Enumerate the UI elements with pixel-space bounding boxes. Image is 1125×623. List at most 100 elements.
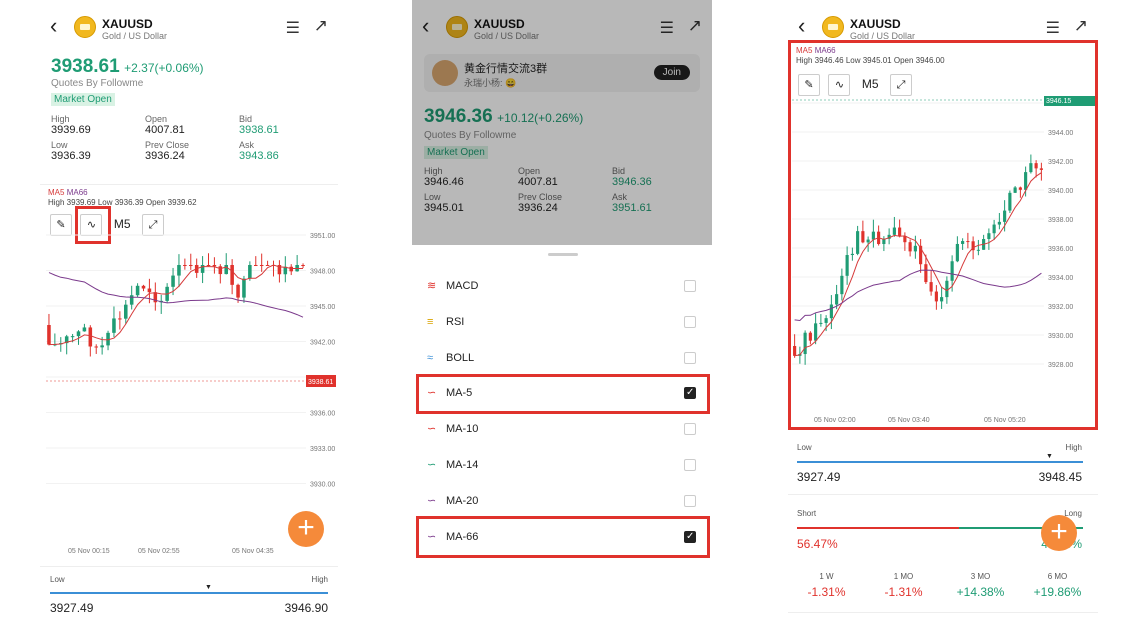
- candle: [94, 346, 98, 348]
- divider: [788, 612, 1098, 613]
- performance-value: +14.38%: [956, 585, 1005, 599]
- short-percentage: 56.47%: [797, 537, 838, 551]
- candle: [189, 265, 193, 266]
- indicator-name: MA-10: [446, 423, 479, 436]
- indicator-row-macd[interactable]: ≋ MACD: [412, 269, 712, 305]
- performance-period: 6 MO: [1047, 572, 1068, 581]
- short-fill: [797, 527, 959, 529]
- indicator-checkbox[interactable]: [684, 280, 696, 292]
- gold-logo-icon: [74, 16, 96, 38]
- range-marker-icon: ▼: [205, 584, 212, 591]
- stat-label-open: Open: [145, 114, 168, 124]
- top-bar: ‹ XAUUSD Gold / US Dollar ☰ ↗: [40, 0, 338, 52]
- range-high-value: 3946.90: [284, 601, 328, 615]
- range-low-value: 3927.49: [797, 470, 841, 484]
- candle: [289, 266, 293, 272]
- indicator-row-ma-20[interactable]: ∽ MA-20: [412, 484, 712, 520]
- candle: [82, 327, 87, 332]
- panel-quote-detail-1: ‹ XAUUSD Gold / US Dollar ☰ ↗ 3938.61 +2…: [40, 0, 338, 623]
- indicator-row-boll[interactable]: ≈ BOLL: [412, 341, 712, 377]
- watchlist-icon[interactable]: ☰: [1046, 18, 1060, 38]
- stat-label-high: High: [51, 114, 70, 124]
- candle: [224, 265, 228, 275]
- indicator-checkbox[interactable]: [684, 459, 696, 471]
- panel-indicator-sheet: ‹ XAUUSD Gold / US Dollar ☰ ↗ 黄金行情交流3群 永…: [412, 0, 712, 623]
- candle: [230, 265, 234, 285]
- back-icon[interactable]: ‹: [50, 15, 57, 37]
- candle: [218, 266, 223, 275]
- y-tick-label: 3948.00: [310, 269, 335, 276]
- price-tag: 3938.61: [308, 379, 333, 386]
- stat-prev-close: 3936.24: [145, 150, 185, 162]
- indicator-row-ma-14[interactable]: ∽ MA-14: [412, 448, 712, 484]
- indicator-name: RSI: [446, 315, 465, 328]
- day-range-bar: [797, 461, 1083, 463]
- add-fab-button[interactable]: +: [1041, 515, 1077, 551]
- indicator-name: BOLL: [446, 351, 475, 364]
- symbol-name: XAUUSD: [850, 17, 901, 31]
- performance-value: -1.31%: [807, 585, 846, 599]
- range-high-label: High: [1065, 443, 1082, 452]
- y-tick-label: 3951.00: [310, 233, 335, 240]
- candle: [70, 336, 75, 338]
- candle: [100, 345, 104, 348]
- candlestick-chart[interactable]: 3951.003948.003945.003942.003939.003936.…: [40, 225, 338, 560]
- performance-period: 1 W: [819, 572, 834, 581]
- y-tick-label: 3945.00: [310, 304, 335, 311]
- indicator-checkbox[interactable]: [684, 351, 696, 364]
- candle: [254, 265, 258, 266]
- candle: [47, 325, 51, 345]
- ma66-legend: MA66: [66, 188, 88, 197]
- indicator-row-rsi[interactable]: ≡ RSI: [412, 305, 712, 341]
- highlight-chart-area: [788, 40, 1098, 430]
- ma-icon: ∽: [427, 423, 437, 436]
- candle: [236, 284, 240, 298]
- range-low-value: 3927.49: [50, 601, 94, 615]
- market-status-badge: Market Open: [51, 93, 115, 106]
- divider: [788, 494, 1098, 495]
- indicator-name: MA-20: [446, 494, 479, 507]
- ma66-line: [48, 272, 304, 318]
- sheet-handle[interactable]: [548, 253, 578, 256]
- stat-label-low: Low: [51, 140, 68, 150]
- x-tick-label: 05 Nov 00:15: [68, 548, 110, 555]
- stat-high: 3939.69: [51, 124, 91, 136]
- candle: [301, 265, 305, 266]
- candle: [76, 331, 81, 337]
- stat-low: 3936.39: [51, 150, 91, 162]
- performance-row: 1 W -1.31% 1 MO -1.31% 3 MO +14.38% 6 MO +19.86…: [788, 572, 1098, 608]
- indicator-row-ma-10[interactable]: ∽ MA-10: [412, 412, 712, 448]
- y-tick-label: 3930.00: [310, 482, 335, 489]
- candle: [171, 275, 175, 287]
- ma-legend: MA5 MA66: [48, 188, 88, 197]
- rsi-icon: ≡: [427, 315, 434, 328]
- range-low-label: Low: [50, 575, 65, 584]
- back-icon[interactable]: ‹: [798, 15, 805, 37]
- stat-open: 4007.81: [145, 124, 185, 136]
- ma5-line: [48, 264, 303, 346]
- divider: [40, 566, 338, 567]
- indicator-checkbox[interactable]: [684, 494, 696, 507]
- symbol-name: XAUUSD: [102, 17, 153, 31]
- y-tick-label: 3942.00: [310, 340, 335, 347]
- quotes-source: Quotes By Followme: [51, 78, 144, 89]
- range-high-value: 3948.45: [1038, 470, 1082, 484]
- share-icon[interactable]: ↗: [314, 16, 328, 36]
- watchlist-icon[interactable]: ☰: [286, 18, 300, 38]
- indicator-checkbox[interactable]: [684, 423, 696, 436]
- add-fab-button[interactable]: +: [288, 511, 324, 547]
- price-block: 3938.61 +2.37(+0.06%): [51, 56, 204, 78]
- candle: [124, 304, 128, 319]
- share-icon[interactable]: ↗: [1074, 16, 1088, 36]
- indicator-name: MA-14: [446, 459, 479, 471]
- x-tick-label: 05 Nov 02:55: [138, 548, 180, 555]
- candle: [265, 265, 270, 266]
- ma5-legend: MA5: [48, 188, 65, 197]
- performance-period: 3 MO: [970, 572, 991, 581]
- candle: [177, 265, 181, 276]
- dim-overlay[interactable]: [412, 0, 712, 245]
- candle: [206, 265, 211, 266]
- indicator-checkbox[interactable]: [684, 315, 696, 328]
- divider: [40, 184, 338, 185]
- performance-cell: 1 MO -1.31%: [865, 572, 942, 599]
